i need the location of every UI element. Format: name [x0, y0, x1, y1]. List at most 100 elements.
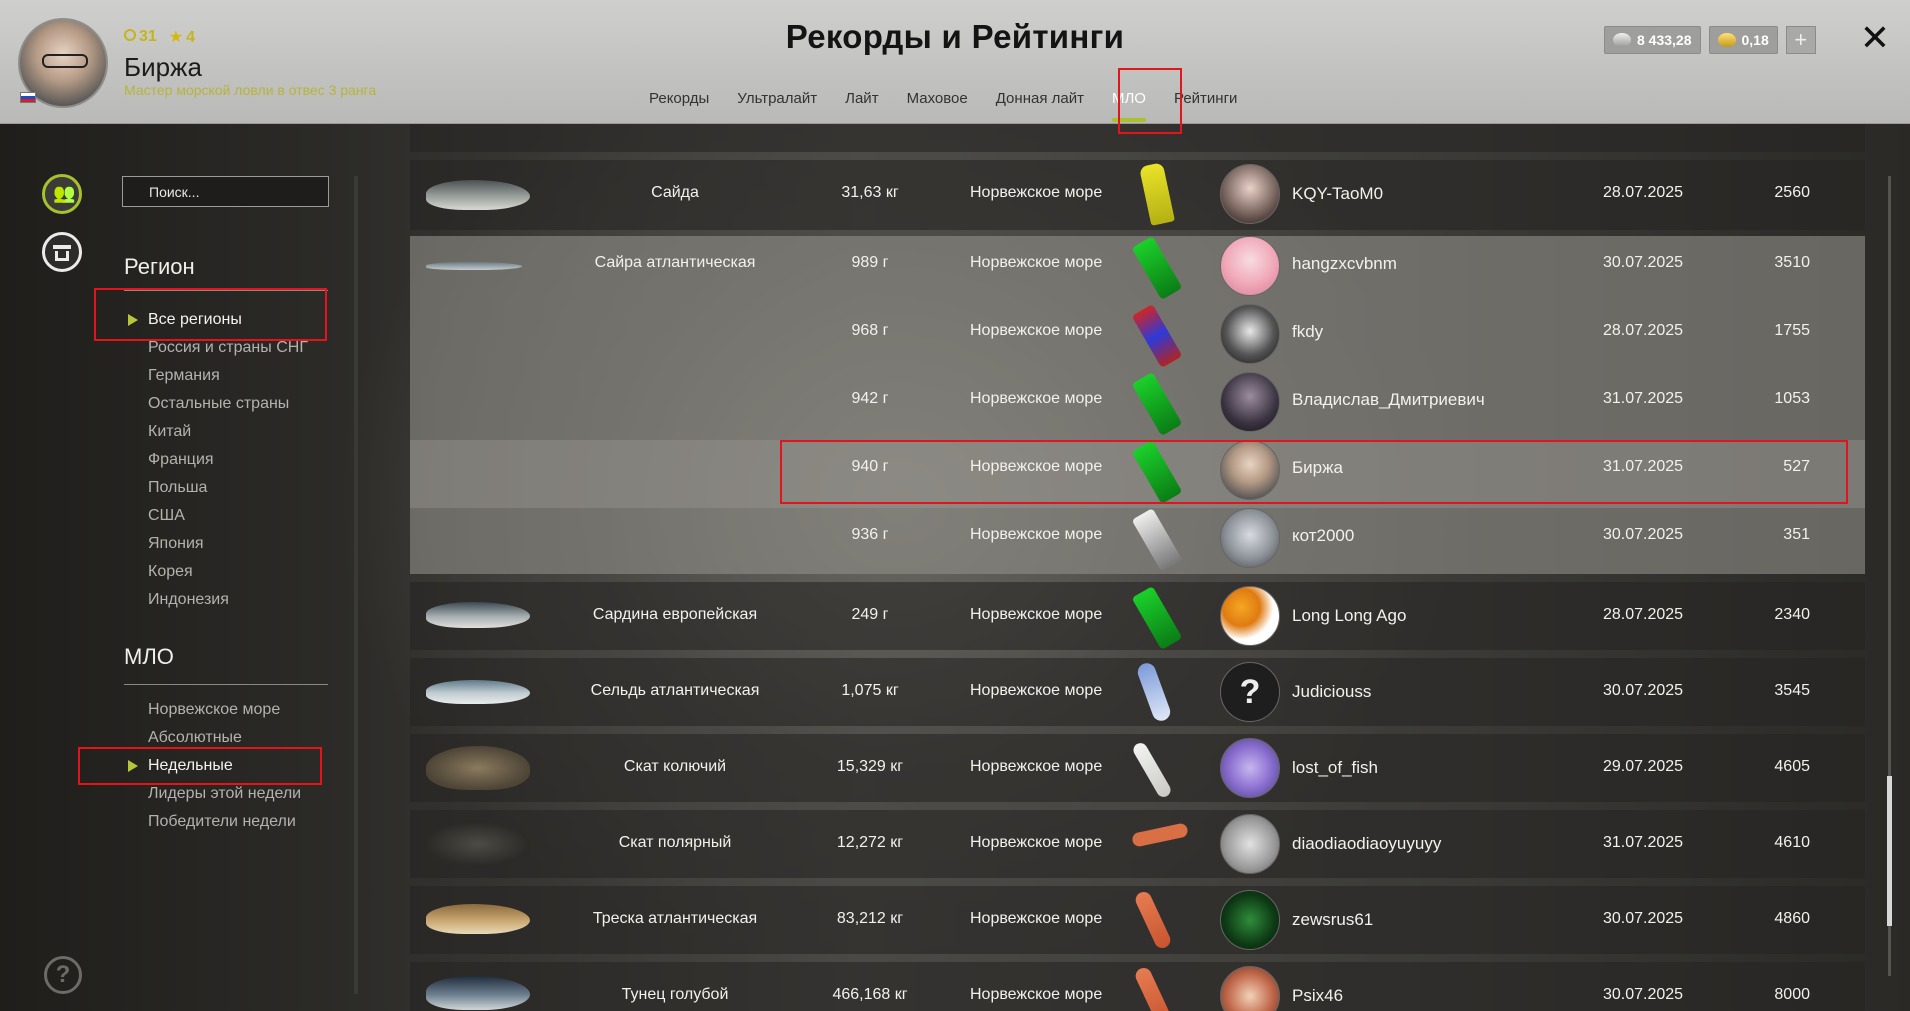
player-avatar[interactable] — [1220, 164, 1280, 224]
mlo-item-week-leaders[interactable]: Лидеры этой недели — [148, 780, 301, 808]
currency-bar: 8 433,28 0,18 + — [1604, 26, 1816, 54]
lure-icon — [1139, 162, 1175, 226]
region-item-russia-cis[interactable]: Россия и страны СНГ — [148, 334, 308, 362]
table-row[interactable]: Сельдь атлантическая 1,075 кг Норвежское… — [410, 658, 1865, 726]
tab-ultralight[interactable]: Ультралайт — [723, 88, 831, 110]
record-location: Норвежское море — [970, 606, 1103, 623]
region-item-other[interactable]: Остальные страны — [148, 390, 308, 418]
region-list: Все регионы Россия и страны СНГ Германия… — [128, 306, 308, 614]
friends-icon[interactable] — [42, 174, 82, 214]
mlo-list: Норвежское море Абсолютные Недельные Лид… — [127, 696, 301, 836]
player-name[interactable]: Владислав_Дмитриевич — [1292, 390, 1485, 410]
mlo-title: МЛО — [124, 644, 174, 669]
player-name[interactable]: lost_of_fish — [1292, 758, 1378, 778]
region-item-france[interactable]: Франция — [148, 446, 308, 474]
table-row[interactable]: Сардина европейская 249 г Норвежское мор… — [410, 582, 1865, 650]
fish-name: Сельдь атлантическая — [590, 682, 760, 699]
help-icon[interactable]: ? — [44, 956, 82, 994]
table-scrollbar[interactable] — [1887, 176, 1892, 976]
player-avatar[interactable] — [1220, 508, 1280, 568]
add-currency-button[interactable]: + — [1785, 26, 1816, 54]
table-row[interactable]: Тунец голубой 466,168 кг Норвежское море… — [410, 962, 1865, 1011]
mlo-item-absolute[interactable]: Абсолютные — [148, 724, 301, 752]
player-avatar[interactable] — [1220, 814, 1280, 874]
gold-value: 0,18 — [1741, 32, 1769, 48]
silver-balance[interactable]: 8 433,28 — [1604, 26, 1701, 54]
fish-name: Сардина европейская — [592, 606, 758, 623]
tab-bolognese[interactable]: Маховое — [893, 88, 982, 110]
player-avatar[interactable] — [1220, 890, 1280, 950]
tab-records[interactable]: Рекорды — [635, 88, 723, 110]
table-row[interactable]: Скат полярный 12,272 кг Норвежское море … — [410, 810, 1865, 878]
player-name[interactable]: Psix46 — [1292, 986, 1343, 1006]
player-avatar[interactable] — [1220, 304, 1280, 364]
region-item-indonesia[interactable]: Индонезия — [148, 586, 308, 614]
region-item-poland[interactable]: Польша — [148, 474, 308, 502]
region-item-germany[interactable]: Германия — [148, 362, 308, 390]
player-name[interactable]: Long Long Ago — [1292, 606, 1406, 626]
player-name[interactable]: KQY-TaoM0 — [1292, 184, 1383, 204]
record-points: 527 — [1783, 458, 1810, 475]
player-name[interactable]: Judiciouss — [1292, 682, 1371, 702]
records-table: Сайда 31,63 кг Норвежское море KQY-TaoM0… — [410, 124, 1865, 1011]
region-item-china[interactable]: Китай — [148, 418, 308, 446]
gold-balance[interactable]: 0,18 — [1708, 26, 1778, 54]
table-row-current-user[interactable]: 940 г Норвежское море Биржа 31.07.2025 5… — [410, 440, 1865, 508]
player-name[interactable]: fkdy — [1292, 322, 1323, 342]
region-item-japan[interactable]: Япония — [148, 530, 308, 558]
tab-light[interactable]: Лайт — [831, 88, 892, 110]
archive-icon[interactable] — [42, 232, 82, 272]
region-item-all[interactable]: Все регионы — [128, 306, 308, 334]
player-avatar[interactable] — [1220, 966, 1280, 1011]
region-item-korea[interactable]: Корея — [148, 558, 308, 586]
search-input[interactable] — [122, 176, 329, 207]
table-row[interactable]: 936 г Норвежское море кот2000 30.07.2025… — [410, 508, 1865, 574]
table-row[interactable]: Сайда 31,63 кг Норвежское море KQY-TaoM0… — [410, 160, 1865, 230]
record-date: 29.07.2025 — [1603, 758, 1684, 775]
record-date: 31.07.2025 — [1603, 458, 1684, 475]
mlo-item-week-winners[interactable]: Победители недели — [148, 808, 301, 836]
record-location: Норвежское море — [970, 322, 1103, 339]
table-row[interactable]: 968 г Норвежское море fkdy 28.07.2025 17… — [410, 304, 1865, 372]
sidebar-scrollbar[interactable] — [354, 176, 358, 994]
mlo-item-weekly[interactable]: Недельные — [127, 752, 301, 780]
record-points: 1053 — [1774, 390, 1810, 407]
tab-ratings[interactable]: Рейтинги — [1160, 88, 1251, 110]
lure-icon — [1131, 304, 1183, 368]
record-points: 3545 — [1774, 682, 1810, 699]
mlo-item-norwegian-sea[interactable]: Норвежское море — [148, 696, 301, 724]
record-date: 30.07.2025 — [1603, 254, 1684, 271]
fish-image — [426, 746, 530, 790]
fish-name: Скат полярный — [618, 834, 732, 851]
table-row[interactable]: Треска атлантическая 83,212 кг Норвежско… — [410, 886, 1865, 954]
table-row-partial — [410, 124, 1865, 152]
tab-bottom-light[interactable]: Донная лайт — [982, 88, 1098, 110]
player-avatar[interactable] — [1220, 372, 1280, 432]
close-icon[interactable]: ✕ — [1860, 20, 1890, 56]
record-weight: 1,075 кг — [841, 682, 899, 699]
player-name[interactable]: hangzxcvbnm — [1292, 254, 1397, 274]
table-row[interactable]: 989 г Норвежское море hangzxcvbnm 30.07.… — [410, 236, 1865, 304]
table-scrollbar-thumb[interactable] — [1887, 776, 1892, 926]
player-name[interactable]: кот2000 — [1292, 526, 1354, 546]
player-avatar[interactable]: ? — [1220, 662, 1280, 722]
record-date: 31.07.2025 — [1603, 834, 1684, 851]
record-location: Норвежское море — [970, 682, 1103, 699]
player-name[interactable]: Биржа — [1292, 458, 1343, 478]
fish-image — [426, 602, 530, 628]
player-avatar[interactable] — [1220, 440, 1280, 500]
record-points: 8000 — [1774, 986, 1810, 1003]
player-avatar[interactable] — [1220, 738, 1280, 798]
table-row[interactable]: 942 г Норвежское море Владислав_Дмитриев… — [410, 372, 1865, 440]
record-points: 2340 — [1774, 606, 1810, 623]
player-avatar[interactable] — [1220, 586, 1280, 646]
table-row[interactable]: Скат колючий 15,329 кг Норвежское море l… — [410, 734, 1865, 802]
region-title: Регион — [124, 254, 195, 279]
tab-mlo[interactable]: МЛО — [1098, 88, 1160, 122]
player-name[interactable]: zewsrus61 — [1292, 910, 1373, 930]
record-location: Норвежское море — [970, 458, 1103, 475]
region-item-usa[interactable]: США — [148, 502, 308, 530]
record-weight: 940 г — [851, 458, 889, 475]
player-name[interactable]: diaodiaodiaoyuyuyy — [1292, 834, 1441, 854]
player-avatar[interactable] — [1220, 236, 1280, 296]
